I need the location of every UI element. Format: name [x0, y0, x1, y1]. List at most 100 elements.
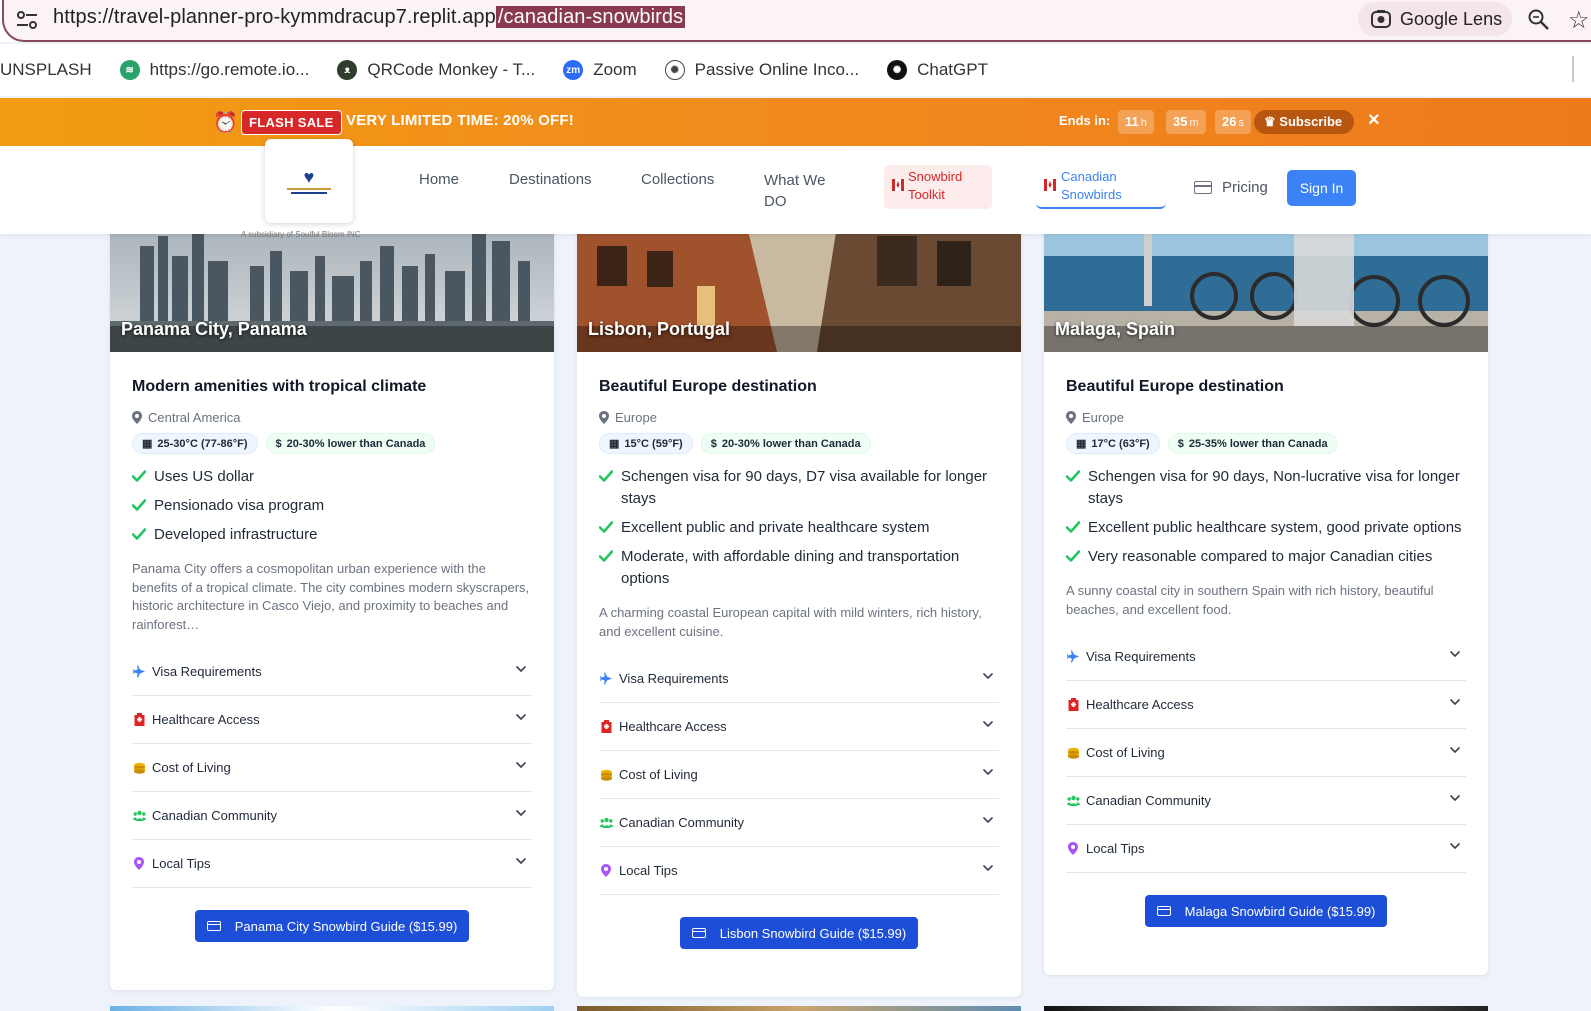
accordion-visa-requirements[interactable]: Visa Requirements [132, 648, 532, 696]
accordion-local-tips[interactable]: Local Tips [1066, 825, 1466, 873]
subscribe-button[interactable]: ♛ Subscribe [1254, 110, 1355, 134]
chatgpt-icon: ✺ [887, 60, 908, 80]
cost-text: 20-30% lower than Canada [286, 437, 426, 450]
chevron-down-icon [983, 865, 993, 872]
card-region: Europe [1066, 410, 1466, 425]
bookmark-unsplash[interactable]: UNSPLASH [0, 60, 92, 80]
accordion-canadian-community[interactable]: Canadian Community [1066, 777, 1466, 825]
nav-destinations[interactable]: Destinations [509, 171, 592, 188]
bookmark-passive-income[interactable]: ✺ Passive Online Inco... [664, 60, 859, 80]
bookmark-label: https://go.remote.io... [149, 60, 310, 79]
bookmark-chatgpt[interactable]: ✺ ChatGPT [887, 60, 988, 80]
accordion-label: Visa Requirements [619, 671, 729, 686]
bookmark-label: QRCode Monkey - T... [367, 60, 536, 79]
cost-badge: $20-30% lower than Canada [700, 433, 871, 454]
site-settings-icon[interactable] [16, 10, 38, 30]
guide-label: Panama City Snowbird Guide ($15.99) [234, 918, 458, 934]
next-card-peek [577, 1006, 1021, 1011]
lens-label: Google Lens [1400, 8, 1503, 29]
cost-text: 25-35% lower than Canada [1188, 437, 1328, 450]
chevron-down-icon [516, 810, 526, 817]
accordion-local-tips[interactable]: Local Tips [599, 847, 999, 895]
temperature-text: 25-30°C (77-86°F) [157, 437, 248, 450]
snowbird-guide-button[interactable]: Lisbon Snowbird Guide ($15.99) [679, 917, 919, 949]
url-text[interactable]: https://travel-planner-pro-kymmdracup7.r… [53, 6, 686, 29]
card-description: Panama City offers a cosmopolitan urban … [132, 561, 530, 632]
plane-icon [132, 665, 146, 678]
nav-what-we-do[interactable]: What We DO [764, 170, 834, 212]
check-icon [599, 521, 613, 533]
accordion-label: Local Tips [619, 863, 678, 878]
feature-item: Uses US dollar [132, 466, 532, 488]
logo[interactable]: ♥ [265, 139, 353, 223]
nav-pricing[interactable]: Pricing [1194, 179, 1268, 196]
logo-mark: ♥ [274, 148, 344, 214]
location-pin-icon [599, 411, 609, 424]
accordion-visa-requirements[interactable]: Visa Requirements [599, 655, 999, 703]
heart-logo-icon: ♥ [303, 166, 315, 187]
accordion-cost-of-living[interactable]: Cost of Living [1066, 729, 1466, 777]
card-title: Panama City, Panama [121, 319, 307, 339]
feature-text: Excellent public and private healthcare … [621, 519, 930, 536]
region-text: Europe [615, 410, 657, 425]
region-text: Europe [1082, 410, 1124, 425]
countdown-minutes: 35 m [1166, 110, 1206, 134]
countdown-seconds: 26 s [1215, 110, 1251, 134]
card-title: Lisbon, Portugal [588, 319, 730, 339]
cost-badge: $20-30% lower than Canada [265, 433, 436, 454]
chevron-down-icon [1450, 843, 1460, 850]
chevron-down-icon [983, 673, 993, 680]
plane-icon [599, 672, 613, 685]
accordion-healthcare-access[interactable]: Healthcare Access [599, 703, 999, 751]
accordion-visa-requirements[interactable]: Visa Requirements [1066, 633, 1466, 681]
zoom-icon: zm [563, 60, 584, 80]
guide-label: Malaga Snowbird Guide ($15.99) [1184, 903, 1376, 919]
zoom-magnifier-icon[interactable] [1527, 8, 1551, 32]
accordion-local-tips[interactable]: Local Tips [132, 840, 532, 888]
chevron-down-icon [1450, 699, 1460, 706]
bookmark-zoom[interactable]: zm Zoom [563, 60, 637, 80]
plane-icon [1066, 650, 1080, 663]
google-lens-button[interactable]: Google Lens [1358, 2, 1512, 36]
card-hero-image[interactable]: Lisbon, Portugal [577, 226, 1021, 352]
users-icon [1066, 795, 1080, 806]
accordion-healthcare-access[interactable]: Healthcare Access [132, 696, 532, 744]
bookmark-label: ChatGPT [917, 60, 988, 79]
accordion-healthcare-access[interactable]: Healthcare Access [1066, 681, 1466, 729]
url-host: https://travel-planner-pro-kymmdracup7.r… [53, 6, 496, 28]
hospital-icon [599, 720, 613, 733]
feature-text: Pensionado visa program [154, 497, 325, 514]
card-hero-image[interactable]: Malaga, Spain [1044, 226, 1488, 352]
nav-collections[interactable]: Collections [641, 171, 714, 188]
accordion-cost-of-living[interactable]: Cost of Living [599, 751, 999, 799]
sign-in-button[interactable]: Sign In [1287, 170, 1356, 206]
close-banner-button[interactable]: × [1368, 109, 1380, 132]
next-card-peek [1044, 1006, 1488, 1011]
snowbird-guide-button[interactable]: Panama City Snowbird Guide ($15.99) [194, 910, 470, 942]
chevron-down-icon [983, 817, 993, 824]
nav-canadian-snowbirds[interactable]: Canadian Snowbirds [1036, 165, 1166, 209]
check-icon [1066, 521, 1080, 533]
guide-label: Lisbon Snowbird Guide ($15.99) [719, 925, 907, 941]
nav-home[interactable]: Home [419, 171, 459, 188]
feature-text: Very reasonable compared to major Canadi… [1088, 548, 1433, 565]
snowbird-guide-button[interactable]: Malaga Snowbird Guide ($15.99) [1144, 895, 1388, 927]
flash-sale-badge: FLASH SALE [241, 110, 342, 135]
accordion-canadian-community[interactable]: Canadian Community [132, 792, 532, 840]
feature-item: Schengen visa for 90 days, D7 visa avail… [599, 466, 999, 510]
bookmark-label: UNSPLASH [0, 60, 92, 79]
bookmark-qrcode-monkey[interactable]: ᴥ QRCode Monkey - T... [337, 60, 535, 80]
bookmark-remote[interactable]: ≋ https://go.remote.io... [119, 60, 310, 80]
nav-snowbird-toolkit[interactable]: Snowbird Toolkit [884, 165, 992, 209]
next-card-peek [110, 1006, 554, 1011]
card-hero-image[interactable]: Panama City, Panama [110, 226, 554, 352]
bookmark-star-icon[interactable]: ☆ [1568, 6, 1590, 35]
card-accordion: Visa Requirements Healthcare Access Cost o… [599, 655, 999, 895]
map-pin-icon [132, 857, 146, 870]
feature-item: Moderate, with affordable dining and tra… [599, 546, 999, 590]
accordion-label: Canadian Community [1086, 793, 1212, 808]
accordion-label: Healthcare Access [619, 719, 727, 734]
dollar-icon: $ [1177, 437, 1184, 450]
accordion-canadian-community[interactable]: Canadian Community [599, 799, 999, 847]
accordion-cost-of-living[interactable]: Cost of Living [132, 744, 532, 792]
